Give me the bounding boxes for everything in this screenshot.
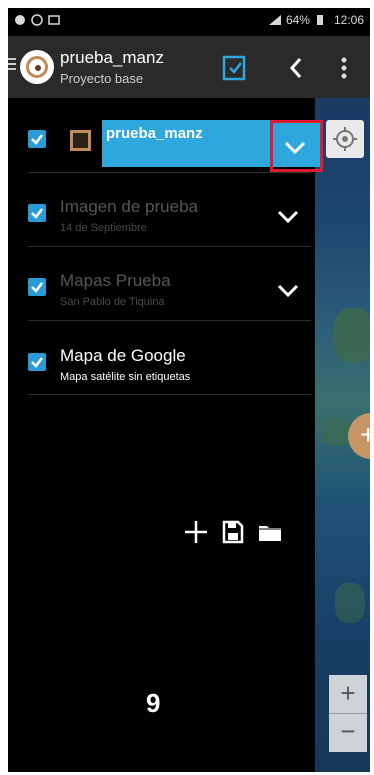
chevron-down-icon[interactable] — [275, 206, 301, 226]
phone-screen: 64% 12:06 prueba_manz Proyecto base + + … — [8, 8, 370, 772]
layer-checkbox[interactable] — [28, 278, 46, 296]
signal-icon — [268, 14, 281, 26]
layer-description: 14 de Septiembre — [60, 222, 147, 234]
menu-icon[interactable] — [8, 58, 16, 74]
active-layer-name: prueba_manz — [106, 125, 203, 142]
zoom-in-button[interactable]: + — [329, 675, 367, 714]
chevron-down-icon[interactable] — [275, 280, 301, 300]
layer-item[interactable]: Mapas Prueba San Pablo de Tiquina — [28, 246, 311, 321]
project-title: prueba_manz — [60, 48, 164, 67]
layer-item[interactable]: Imagen de prueba 14 de Septiembre — [28, 172, 311, 247]
back-chevron-icon[interactable] — [283, 54, 311, 82]
battery-icon — [316, 14, 328, 26]
whatsapp-icon — [31, 14, 43, 26]
layer-checkbox[interactable] — [28, 353, 46, 371]
layer-checkbox[interactable] — [28, 130, 46, 148]
layer-name: Mapas Prueba — [60, 271, 171, 290]
layer-name: Mapa de Google — [60, 346, 186, 365]
status-left-icons — [14, 14, 60, 26]
status-bar: 64% 12:06 — [8, 8, 370, 36]
layer-color-swatch[interactable] — [70, 130, 91, 151]
app-logo-icon — [20, 50, 54, 84]
map-land — [333, 308, 370, 363]
layers-panel: Imagen de prueba 14 de Septiembre Mapas … — [8, 98, 315, 772]
layer-checkbox[interactable] — [28, 204, 46, 222]
zoom-out-button[interactable]: − — [329, 714, 367, 752]
layer-description: San Pablo de Tiquina — [60, 296, 165, 308]
locate-button[interactable] — [326, 120, 364, 158]
layers-check-icon[interactable] — [221, 54, 249, 82]
battery-percent: 64% — [285, 13, 310, 27]
map-land — [321, 418, 351, 446]
step-number: 9 — [146, 688, 161, 718]
layer-item[interactable]: Mapa de Google Mapa satélite sin etiquet… — [28, 320, 311, 395]
clock: 12:06 — [333, 13, 364, 27]
project-subtitle: Proyecto base — [60, 71, 144, 86]
add-icon[interactable] — [183, 519, 209, 550]
locate-icon — [333, 127, 357, 151]
app-bar: prueba_manz Proyecto base — [8, 36, 370, 99]
status-right-icons: 64% 12:06 — [268, 13, 364, 27]
folder-icon[interactable] — [257, 519, 283, 550]
map-land — [335, 583, 365, 623]
notification-icon — [14, 14, 26, 26]
layer-name: Imagen de prueba — [60, 197, 198, 216]
layer-actions — [183, 519, 283, 550]
layer-description: Mapa satélite sin etiquetas — [60, 371, 191, 383]
save-icon[interactable] — [221, 519, 245, 550]
overflow-icon[interactable] — [338, 54, 366, 82]
gallery-icon — [48, 14, 60, 26]
chevron-down-icon[interactable] — [282, 138, 308, 158]
